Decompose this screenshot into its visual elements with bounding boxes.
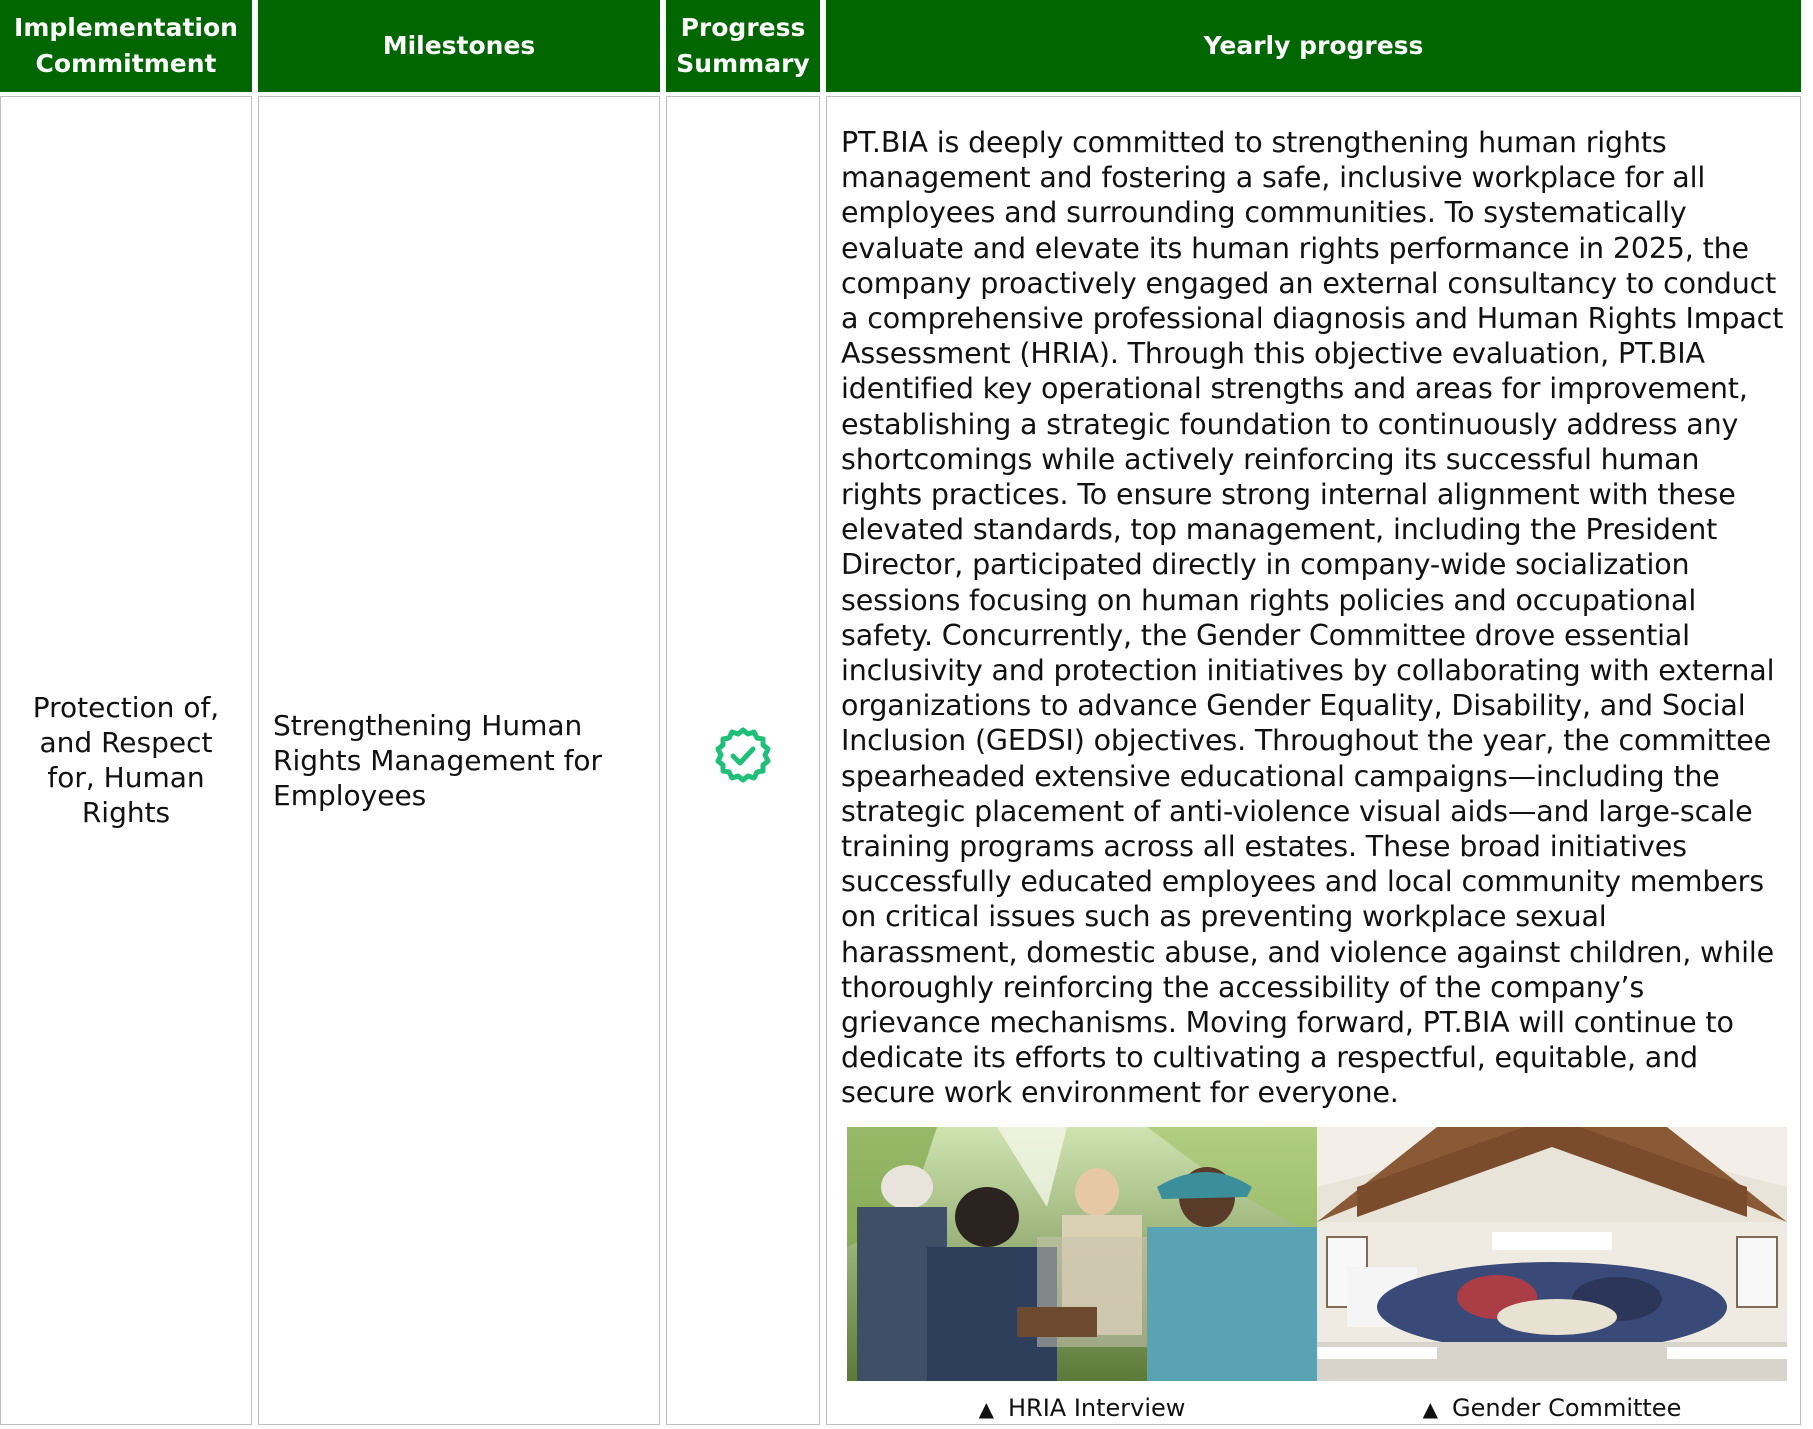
photo-hria-interview: ▲ HRIA Interview	[847, 1126, 1317, 1424]
progress-summary-cell	[666, 96, 820, 1425]
header-progress-summary: Progress Summary	[666, 0, 820, 92]
hria-interview-image	[847, 1126, 1317, 1381]
photo-gender-committee: ▲ Gender Committee	[1317, 1126, 1787, 1424]
photo-row: ▲ HRIA Interview ▲ Gender Committee	[841, 1126, 1787, 1424]
commitment-table: Implementation Commitment Milestones Pro…	[0, 0, 1807, 1429]
gender-committee-caption: ▲ Gender Committee	[1422, 1393, 1682, 1422]
triangle-marker-icon: ▲	[1422, 1396, 1439, 1421]
triangle-marker-icon: ▲	[978, 1396, 994, 1421]
header-implementation-commitment: Implementation Commitment	[0, 0, 252, 92]
yearly-progress-cell: PT.BIA is deeply committed to strengthen…	[826, 96, 1801, 1425]
table-row: Protection of, and Respect for, Human Ri…	[0, 96, 1801, 1425]
header-yearly-progress: Yearly progress	[826, 0, 1801, 92]
check-badge-icon	[714, 727, 772, 793]
progress-paragraph: PT.BIA is deeply committed to strengthen…	[841, 126, 1784, 1110]
commitment-cell: Protection of, and Respect for, Human Ri…	[0, 96, 252, 1425]
hria-interview-caption: ▲ HRIA Interview	[978, 1393, 1186, 1422]
header-milestones: Milestones	[258, 0, 660, 92]
milestone-cell: Strengthening Human Rights Management fo…	[258, 96, 660, 1425]
page: Implementation Commitment Milestones Pro…	[0, 0, 1813, 1425]
gender-committee-image	[1317, 1126, 1787, 1381]
